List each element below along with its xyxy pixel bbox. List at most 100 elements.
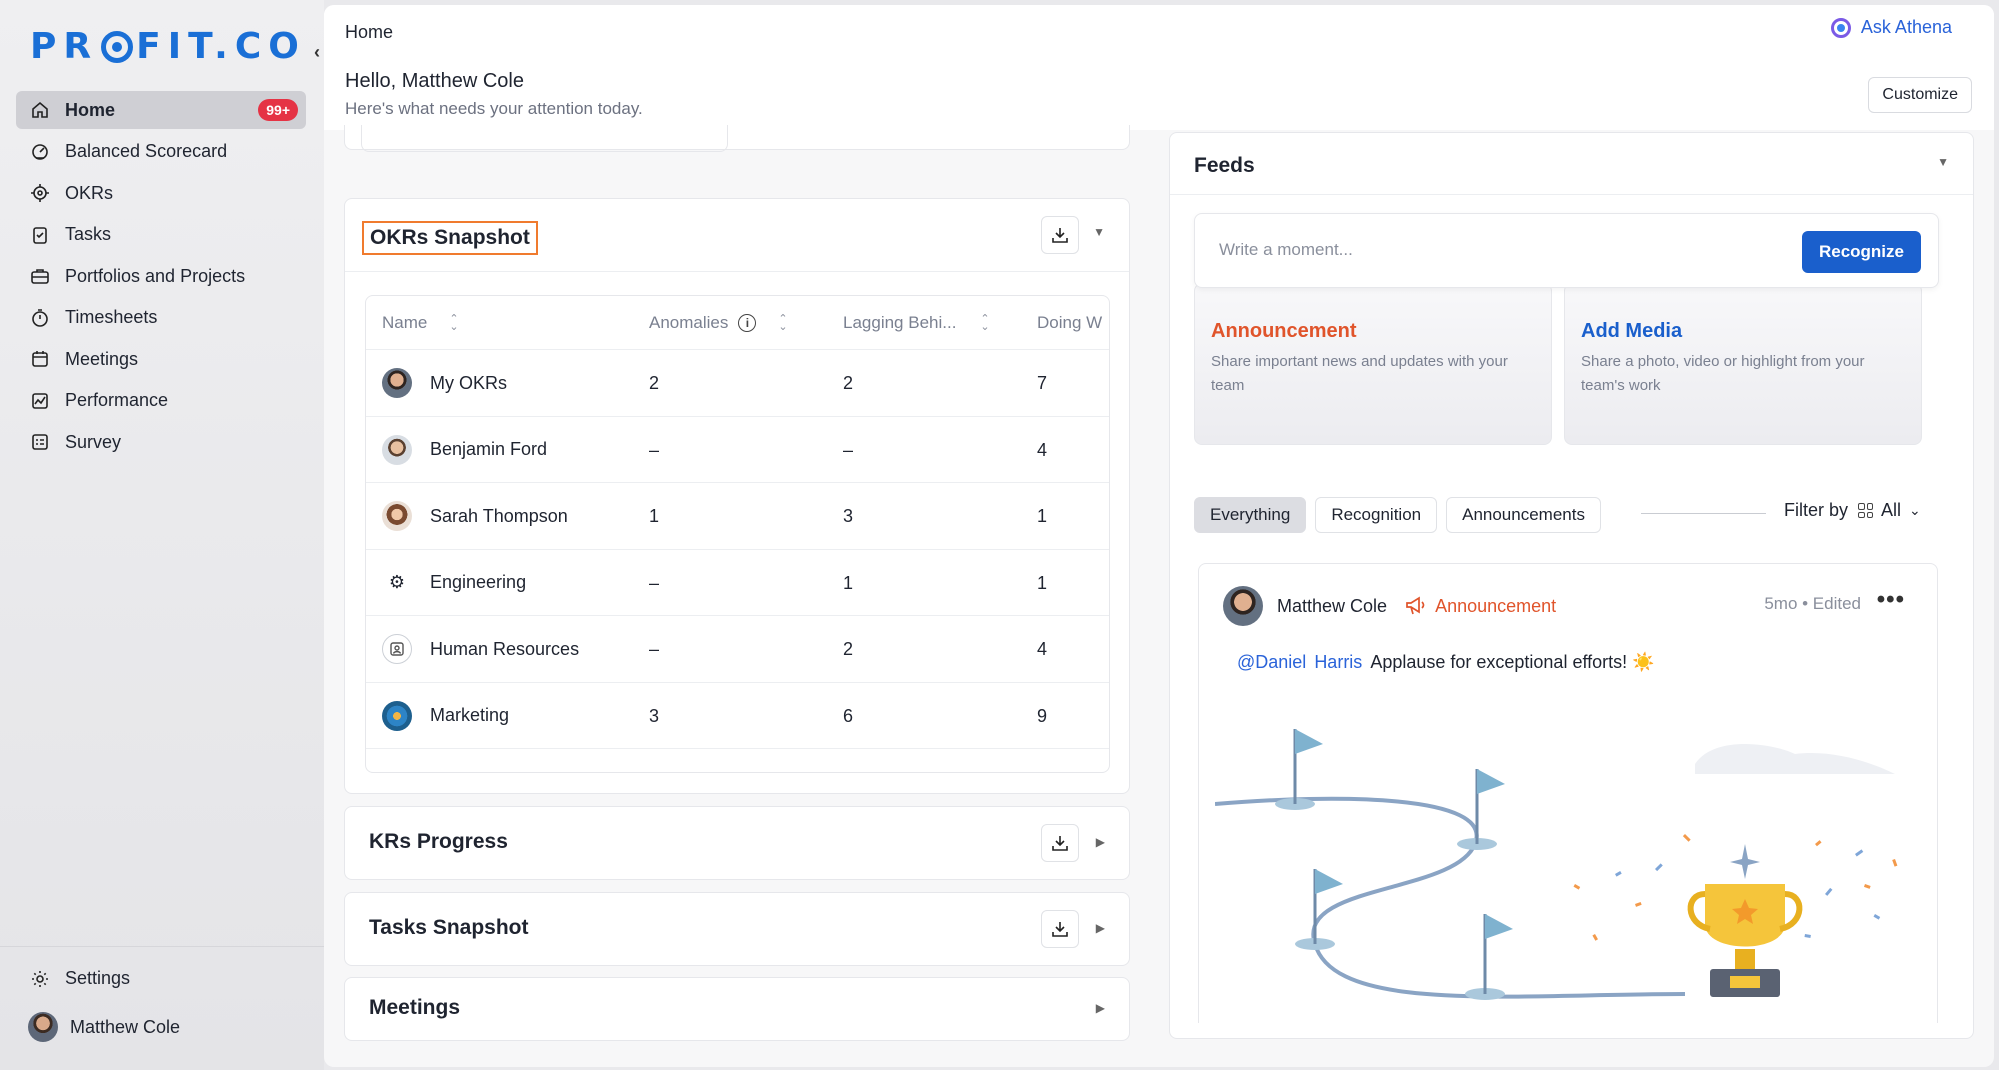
sidebar-item-survey[interactable]: Survey [16,423,306,461]
avatar [382,434,412,465]
chevron-down-icon: ⌄ [1909,502,1921,518]
table-row[interactable]: Human Resources – 2 4 [366,616,1109,683]
feed-post: Matthew Cole Announcement 5mo • Edited •… [1198,563,1938,1023]
page-header: Home Ask Athena Hello, Matthew Cole Here… [324,5,1994,130]
row-name-cell: ⚙ Engineering [382,567,526,598]
sidebar-item-tasks[interactable]: Tasks [16,216,306,254]
sidebar-item-performance[interactable]: Performance [16,382,306,420]
meetings-card[interactable]: Meetings ▶ [344,977,1130,1041]
sidebar-item-portfolios[interactable]: Portfolios and Projects [16,257,306,295]
announcement-option[interactable]: Announcement Share important news and up… [1194,283,1552,445]
gear-icon [30,969,50,989]
grid-icon [1858,503,1874,518]
info-icon[interactable]: i [738,314,757,332]
profit-logo[interactable]: PR FIT.CO [30,26,306,67]
tab-recognition[interactable]: Recognition [1315,497,1438,533]
doing-well-value[interactable]: 1 [1037,573,1047,594]
collapse-sidebar-icon[interactable]: ‹ [314,42,320,63]
sort-icon[interactable]: ⌃ ⌄ [980,314,989,333]
krs-progress-title: KRs Progress [369,830,508,853]
feed-tabs: Everything Recognition Announcements [1194,497,1610,533]
row-name[interactable]: My OKRs [430,373,507,394]
chevron-right-icon[interactable]: ▶ [1096,835,1105,849]
tasks-snapshot-card[interactable]: Tasks Snapshot ▶ [344,892,1130,966]
download-icon [1052,228,1068,243]
table-row[interactable]: Benjamin Ford – – 4 [366,417,1109,483]
recognize-button[interactable]: Recognize [1801,231,1921,273]
filter-dropdown[interactable]: Filter by All ⌄ [1784,500,1921,521]
sidebar-item-timesheets[interactable]: Timesheets [16,299,306,337]
lagging-value[interactable]: – [843,440,853,461]
chevron-right-icon[interactable]: ▶ [1096,1001,1105,1015]
sort-icon[interactable]: ⌃ ⌄ [778,314,787,333]
write-moment-input[interactable] [1197,216,1787,284]
customize-button[interactable]: Customize [1868,77,1972,113]
download-button[interactable] [1041,910,1079,948]
table-row[interactable]: ⚙ Engineering – 1 1 [366,550,1109,616]
mention-link[interactable]: @Daniel [1237,652,1306,673]
krs-progress-card[interactable]: KRs Progress ▶ [344,806,1130,880]
anomalies-value[interactable]: 2 [649,373,659,394]
more-options-icon[interactable]: ••• [1877,586,1905,614]
achievement-illustration [1215,729,1898,1000]
sidebar-nav: Home 99+ Balanced Scorecard OKRs Tasks P… [16,91,306,465]
breadcrumb[interactable]: Home [345,22,393,43]
doing-well-value[interactable]: 4 [1037,440,1047,461]
anomalies-value[interactable]: – [649,440,659,461]
sort-icon[interactable]: ⌃ ⌄ [449,314,458,333]
download-button[interactable] [1041,216,1079,254]
briefcase-icon [30,266,50,286]
table-row[interactable]: Marketing 3 6 9 [366,683,1109,749]
post-header: Matthew Cole Announcement [1223,586,1556,626]
doing-well-value[interactable]: 7 [1037,373,1047,394]
anomalies-value[interactable]: – [649,573,659,594]
column-header-name[interactable]: Name ⌃ ⌄ [382,313,459,333]
column-header-doing-well[interactable]: Doing W [1037,313,1102,333]
marketing-team-icon [382,700,412,731]
previous-widget-inner [361,125,728,152]
sidebar-item-label: Tasks [65,224,112,244]
chevron-right-icon[interactable]: ▶ [1096,921,1105,935]
sidebar-item-settings[interactable]: Settings [30,968,130,989]
tab-everything[interactable]: Everything [1194,497,1307,533]
download-button[interactable] [1041,824,1079,862]
filter-value: All [1881,500,1902,520]
doing-well-value[interactable]: 9 [1037,706,1047,727]
row-name[interactable]: Benjamin Ford [430,439,547,460]
mention-link[interactable]: Harris [1314,652,1362,673]
row-name[interactable]: Sarah Thompson [430,506,568,527]
add-media-option[interactable]: Add Media Share a photo, video or highli… [1564,283,1922,445]
table-row[interactable]: Sarah Thompson 1 3 1 [366,483,1109,550]
post-author[interactable]: Matthew Cole [1277,596,1387,617]
column-header-anomalies[interactable]: Anomalies i ⌃ ⌄ [649,313,788,333]
lagging-value[interactable]: 1 [843,573,853,594]
sidebar-item-balanced-scorecard[interactable]: Balanced Scorecard [16,133,306,171]
sidebar-item-okrs[interactable]: OKRs [16,174,306,212]
sidebar-item-meetings[interactable]: Meetings [16,340,306,378]
user-profile[interactable]: Matthew Cole [28,1012,180,1042]
sidebar-item-home[interactable]: Home 99+ [16,91,306,129]
lagging-value[interactable]: 2 [843,639,853,660]
row-name[interactable]: Human Resources [430,639,579,660]
anomalies-value[interactable]: 1 [649,506,659,527]
engineering-team-icon: ⚙ [382,567,412,598]
avatar[interactable] [1223,586,1263,626]
logo-target-icon [101,30,134,63]
doing-well-value[interactable]: 4 [1037,639,1047,660]
lagging-value[interactable]: 2 [843,373,853,394]
ask-athena-button[interactable]: Ask Athena [1830,17,1952,38]
anomalies-value[interactable]: – [649,639,659,660]
row-name[interactable]: Engineering [430,572,526,593]
tab-announcements[interactable]: Announcements [1446,497,1601,533]
chevron-down-icon[interactable]: ▼ [1093,225,1105,239]
table-row[interactable]: My OKRs 2 2 7 [366,350,1109,417]
chevron-down-icon[interactable]: ▼ [1937,155,1949,169]
doing-well-value[interactable]: 1 [1037,506,1047,527]
logo-text-left: PR [30,26,99,67]
lagging-value[interactable]: 6 [843,706,853,727]
column-header-lagging[interactable]: Lagging Behi... ⌃ ⌄ [843,313,990,333]
row-name-cell: Benjamin Ford [382,434,547,465]
anomalies-value[interactable]: 3 [649,706,659,727]
row-name[interactable]: Marketing [430,705,509,726]
lagging-value[interactable]: 3 [843,506,853,527]
